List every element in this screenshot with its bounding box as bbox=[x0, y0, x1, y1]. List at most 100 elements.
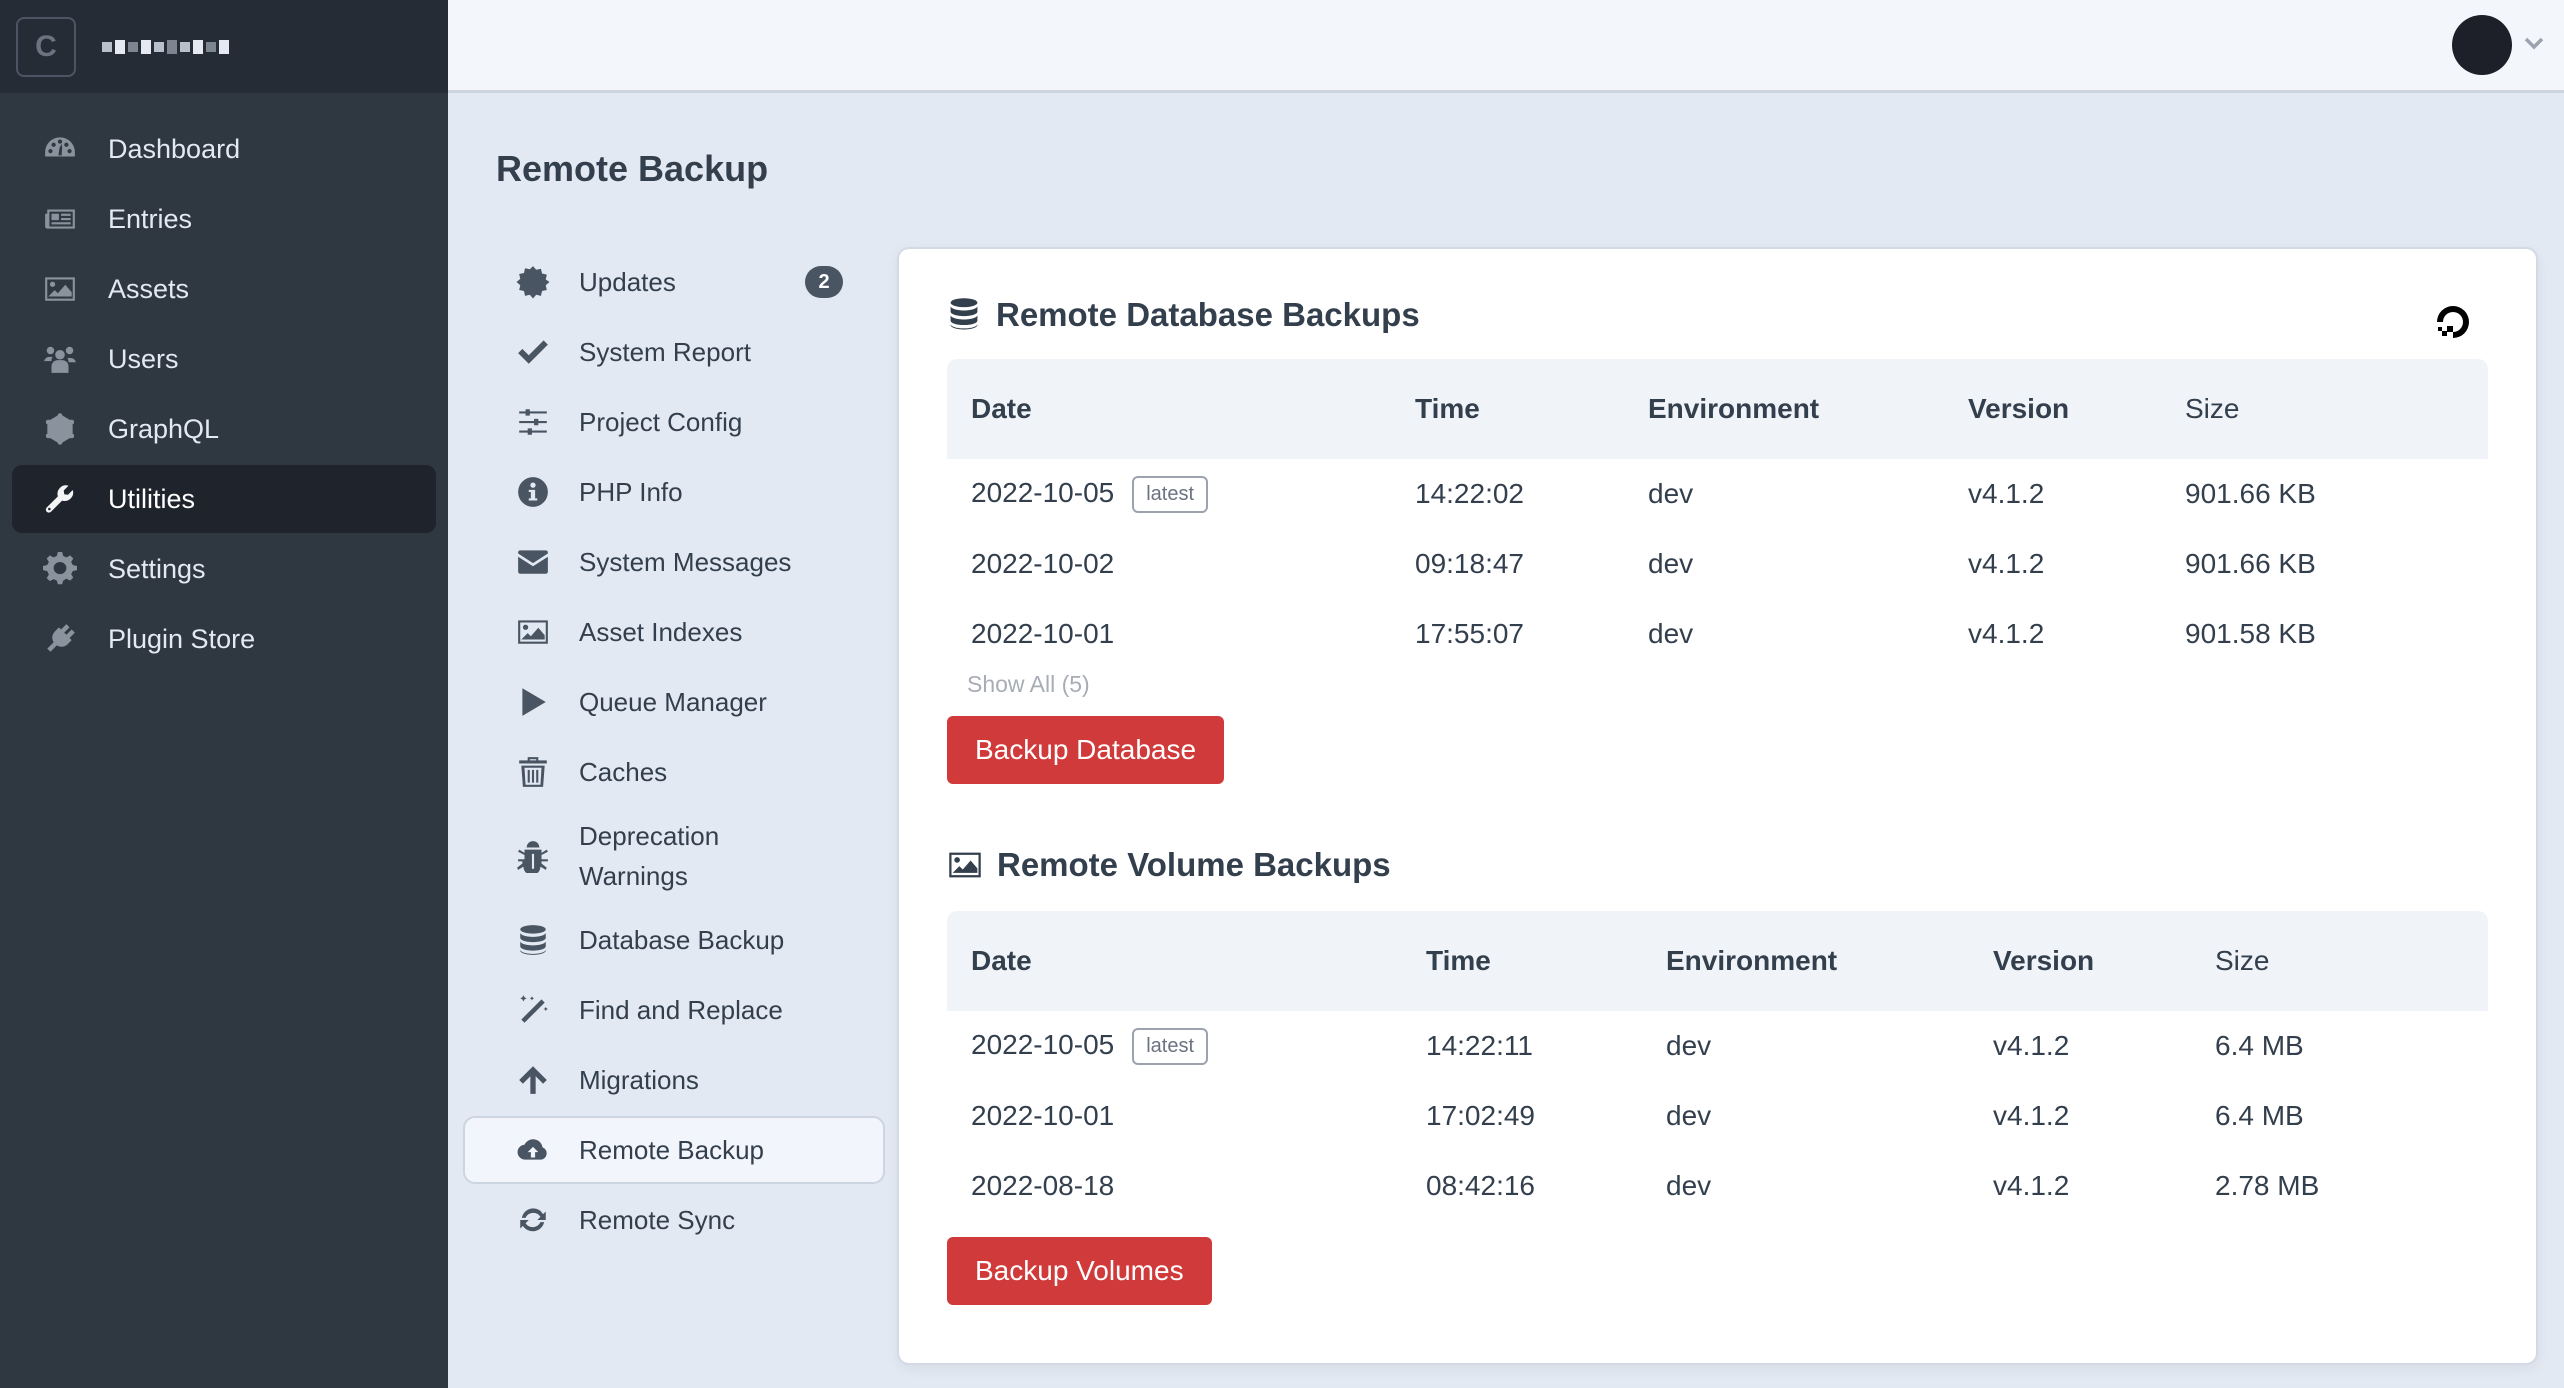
top-bar bbox=[448, 0, 2564, 93]
badge-icon bbox=[513, 262, 553, 302]
subnav-item-label: Remote Sync bbox=[579, 1204, 736, 1235]
cell-size: 901.66 KB bbox=[2185, 478, 2316, 509]
column-header-size[interactable]: Size bbox=[2161, 359, 2488, 459]
cell-environment: dev bbox=[1666, 1030, 1712, 1061]
column-header-environment[interactable]: Environment bbox=[1642, 911, 1969, 1011]
wrench-icon bbox=[40, 479, 80, 519]
backup-database-button[interactable]: Backup Database bbox=[947, 716, 1225, 784]
column-header-environment[interactable]: Environment bbox=[1624, 359, 1944, 459]
sidebar-item-dashboard[interactable]: Dashboard bbox=[12, 115, 436, 183]
sidebar-item-graphql[interactable]: GraphQL bbox=[12, 395, 436, 463]
site-logo[interactable]: C bbox=[16, 16, 76, 77]
column-header-date[interactable]: Date bbox=[947, 911, 1402, 1011]
cell-time: 17:02:49 bbox=[1426, 1100, 1535, 1131]
subnav-item-migrations[interactable]: Migrations bbox=[463, 1046, 885, 1114]
sidebar-header: C bbox=[0, 0, 448, 93]
backup-volumes-button[interactable]: Backup Volumes bbox=[947, 1237, 1212, 1305]
subnav-item-queue-manager[interactable]: Queue Manager bbox=[463, 668, 885, 736]
sidebar-item-entries[interactable]: Entries bbox=[12, 185, 436, 253]
database-icon bbox=[946, 295, 986, 335]
table-row: 2022-08-18 08:42:16 dev v4.1.2 2.78 MB bbox=[947, 1151, 2488, 1221]
image-icon bbox=[947, 845, 987, 885]
subnav-item-updates[interactable]: Updates 2 bbox=[463, 248, 885, 316]
subnav-item-find-and-replace[interactable]: Find and Replace bbox=[463, 976, 885, 1044]
cell-date: 2022-10-02 bbox=[971, 548, 1115, 579]
envelope-icon bbox=[513, 542, 553, 582]
user-menu[interactable] bbox=[2452, 15, 2546, 75]
table-row: 2022-10-02 09:18:47 dev v4.1.2 901.66 KB bbox=[947, 529, 2488, 599]
chevron-down-icon[interactable] bbox=[2522, 31, 2546, 60]
subnav-item-label: Updates bbox=[579, 266, 676, 297]
sidebar-item-label: Assets bbox=[108, 273, 190, 304]
table-row: 2022-10-05 latest 14:22:02 dev v4.1.2 901… bbox=[947, 459, 2488, 529]
subnav-item-label: System Report bbox=[579, 336, 751, 367]
cell-version: v4.1.2 bbox=[1968, 478, 2045, 509]
image-icon bbox=[40, 269, 80, 309]
latest-tag: latest bbox=[1132, 1027, 1209, 1065]
main-nav: Dashboard Entries Assets Users GraphQL U… bbox=[0, 93, 448, 673]
subnav-item-database-backup[interactable]: Database Backup bbox=[463, 906, 885, 974]
cell-date: 2022-10-01 bbox=[971, 1100, 1115, 1131]
database-backups-title: Remote Database Backups bbox=[946, 295, 2488, 335]
subnav-item-system-messages[interactable]: System Messages bbox=[463, 528, 885, 596]
column-header-time[interactable]: Time bbox=[1391, 359, 1624, 459]
cell-size: 901.66 KB bbox=[2185, 548, 2316, 579]
sidebar-item-settings[interactable]: Settings bbox=[12, 535, 436, 603]
column-header-date[interactable]: Date bbox=[947, 359, 1391, 459]
cell-date: 2022-10-05 latest bbox=[947, 1011, 1402, 1081]
show-all-link[interactable]: Show All (5) bbox=[947, 671, 2488, 698]
column-header-size[interactable]: Size bbox=[2191, 911, 2488, 1011]
subnav-item-deprecation-warnings[interactable]: Deprecation Warnings bbox=[463, 808, 885, 904]
subnav-item-project-config[interactable]: Project Config bbox=[463, 388, 885, 456]
column-header-version[interactable]: Version bbox=[1969, 911, 2191, 1011]
sidebar-item-plugin-store[interactable]: Plugin Store bbox=[12, 605, 436, 673]
subnav-item-system-report[interactable]: System Report bbox=[463, 318, 885, 386]
cell-size: 2.78 MB bbox=[2215, 1170, 2320, 1201]
sidebar: C Dashboard Entries Assets Users GraphQL… bbox=[0, 0, 448, 1388]
column-header-version[interactable]: Version bbox=[1944, 359, 2161, 459]
subnav-item-label: Database Backup bbox=[579, 924, 785, 955]
image-icon bbox=[513, 612, 553, 652]
cell-date: 2022-10-01 bbox=[971, 618, 1115, 649]
cell-version: v4.1.2 bbox=[1993, 1170, 2070, 1201]
subnav-item-php-info[interactable]: PHP Info bbox=[463, 458, 885, 526]
check-icon bbox=[513, 332, 553, 372]
cell-date: 2022-10-05 latest bbox=[947, 459, 1391, 529]
section-title-text: Remote Database Backups bbox=[996, 296, 1420, 333]
subnav-item-label: Remote Backup bbox=[579, 1134, 764, 1165]
bug-icon bbox=[513, 836, 553, 876]
subnav-item-label: Migrations bbox=[579, 1064, 699, 1095]
plug-icon bbox=[40, 619, 80, 659]
users-icon bbox=[40, 339, 80, 379]
cell-version: v4.1.2 bbox=[1993, 1100, 2070, 1131]
cell-version: v4.1.2 bbox=[1968, 548, 2045, 579]
subnav-item-label: Deprecation Warnings bbox=[579, 821, 720, 891]
cell-time: 14:22:11 bbox=[1426, 1030, 1533, 1061]
cell-environment: dev bbox=[1648, 548, 1694, 579]
table-row: 2022-10-01 17:55:07 dev v4.1.2 901.58 KB bbox=[947, 599, 2488, 669]
cell-time: 14:22:02 bbox=[1415, 478, 1524, 509]
latest-tag: latest bbox=[1132, 475, 1209, 513]
sidebar-item-users[interactable]: Users bbox=[12, 325, 436, 393]
cell-size: 6.4 MB bbox=[2215, 1030, 2304, 1061]
subnav-item-remote-sync[interactable]: Remote Sync bbox=[463, 1186, 885, 1254]
subnav-item-remote-backup[interactable]: Remote Backup bbox=[463, 1116, 885, 1184]
sidebar-item-label: Plugin Store bbox=[108, 623, 256, 654]
subnav-item-label: System Messages bbox=[579, 546, 792, 577]
cell-time: 17:55:07 bbox=[1415, 618, 1524, 649]
newspaper-icon bbox=[40, 199, 80, 239]
sidebar-item-utilities[interactable]: Utilities bbox=[12, 465, 436, 533]
avatar[interactable] bbox=[2452, 15, 2512, 75]
section-title-text: Remote Volume Backups bbox=[997, 846, 1391, 883]
subnav-item-asset-indexes[interactable]: Asset Indexes bbox=[463, 598, 885, 666]
cell-version: v4.1.2 bbox=[1993, 1030, 2070, 1061]
site-name-obscured[interactable] bbox=[102, 39, 229, 54]
column-header-time[interactable]: Time bbox=[1402, 911, 1642, 1011]
subnav-item-caches[interactable]: Caches bbox=[463, 738, 885, 806]
sidebar-item-label: Dashboard bbox=[108, 133, 241, 164]
utilities-subnav: Updates 2 System Report Project Config P… bbox=[463, 248, 885, 1256]
sidebar-item-assets[interactable]: Assets bbox=[12, 255, 436, 323]
volume-backups-table: Date Time Environment Version Size 2022-… bbox=[947, 911, 2488, 1221]
volume-backups-title: Remote Volume Backups bbox=[947, 845, 2488, 885]
subnav-item-label: PHP Info bbox=[579, 476, 683, 507]
